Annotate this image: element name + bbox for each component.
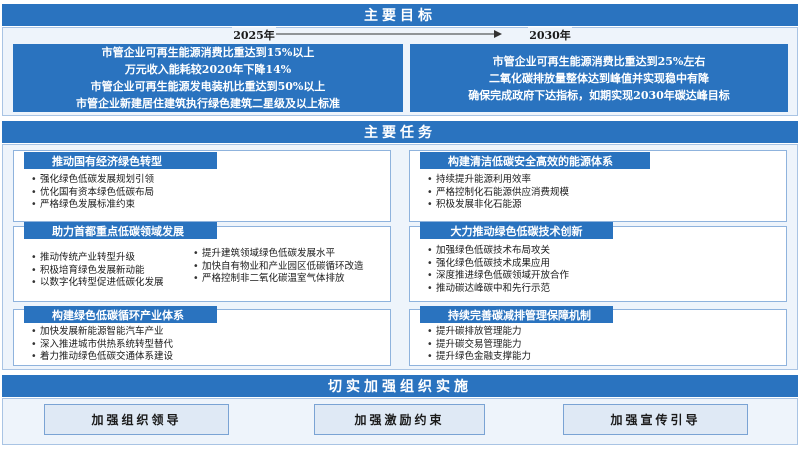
- strengthen-leadership-box: 加强组织领导: [44, 404, 229, 435]
- tasks-title: 主要任务: [364, 125, 436, 141]
- strengthen-incentives-box: 加强激励约束: [314, 404, 485, 435]
- goals-2030-box: 市管企业可再生能源消费比重达到25%左右 二氧化碳排放量整体达到峰值并实现稳中有…: [410, 44, 788, 112]
- task-1-title: 推动国有经济绿色转型: [24, 152, 217, 169]
- organization-header: 切实加强组织实施: [2, 375, 798, 397]
- list-item: 严格控制非二氧化碳温室气体排放: [192, 273, 377, 286]
- list-item: 深度推进绿色低碳领域开放合作: [426, 270, 766, 283]
- task-2-list: 持续提升能源利用效率 严格控制化石能源供应消费规模 积极发展非化石能源: [426, 174, 766, 212]
- list-item: 严格绿色发展标准约束: [30, 199, 370, 212]
- tasks-header: 主要任务: [2, 121, 798, 143]
- list-item: 加快自有物业和产业园区低碳循环改造: [192, 261, 377, 274]
- task-4-title: 大力推动绿色低碳技术创新: [420, 222, 613, 239]
- list-item: 优化国有资本绿色低碳布局: [30, 187, 370, 200]
- strengthen-publicity-label: 加强宣传引导: [610, 413, 701, 427]
- task-3-list-left: 推动传统产业转型升级 积极培育绿色发展新动能 以数字化转型促进低碳化发展: [30, 252, 200, 290]
- list-item: 着力推动绿色低碳交通体系建设: [30, 351, 370, 364]
- task-6-list: 提升碳排放管理能力 提升碳交易管理能力 提升绿色金融支撑能力: [426, 326, 766, 364]
- task-5-list: 加快发展新能源智能汽车产业 深入推进城市供热系统转型替代 着力推动绿色低碳交通体…: [30, 326, 370, 364]
- list-item: 加强绿色低碳技术布局攻关: [426, 245, 766, 258]
- task-2-title: 构建清洁低碳安全高效的能源体系: [420, 152, 650, 169]
- strengthen-leadership-label: 加强组织领导: [91, 413, 182, 427]
- list-item: 提升建筑领域绿色低碳发展水平: [192, 248, 377, 261]
- list-item: 强化绿色低碳技术成果应用: [426, 258, 766, 271]
- task-5-title-text: 构建绿色低碳循环产业体系: [52, 308, 184, 322]
- list-item: 严格控制化石能源供应消费规模: [426, 187, 766, 200]
- strengthen-publicity-box: 加强宣传引导: [563, 404, 748, 435]
- list-item: 深入推进城市供热系统转型替代: [30, 339, 370, 352]
- year-2025-label: 2025年: [232, 27, 276, 42]
- task-1-list: 强化绿色低碳发展规划引领 优化国有资本绿色低碳布局 严格绿色发展标准约束: [30, 174, 370, 212]
- task-3-title-text: 助力首都重点低碳领域发展: [52, 224, 184, 238]
- task-6-title: 持续完善碳减排管理保障机制: [420, 306, 613, 323]
- task-2-title-text: 构建清洁低碳安全高效的能源体系: [448, 154, 613, 168]
- goal-2030-item: 二氧化碳排放量整体达到峰值并实现稳中有降: [489, 71, 709, 85]
- strengthen-incentives-label: 加强激励约束: [354, 413, 445, 427]
- task-6-title-text: 持续完善碳减排管理保障机制: [448, 308, 591, 322]
- goal-2025-item: 市管企业可再生能源发电装机比重达到50%以上: [90, 80, 326, 93]
- list-item: 提升碳排放管理能力: [426, 326, 766, 339]
- list-item: 积极培育绿色发展新动能: [30, 265, 200, 278]
- task-4-title-text: 大力推动绿色低碳技术创新: [450, 224, 583, 238]
- goal-2030-item: 确保完成政府下达指标，如期实现2030年碳达峰目标: [468, 88, 730, 102]
- year-2030-label: 2030年: [528, 27, 572, 42]
- list-item: 以数字化转型促进低碳化发展: [30, 277, 200, 290]
- goal-2025-item: 市管企业可再生能源消费比重达到15%以上: [101, 46, 315, 59]
- list-item: 加快发展新能源智能汽车产业: [30, 326, 370, 339]
- organization-title: 切实加强组织实施: [328, 379, 472, 395]
- goal-2030-item: 市管企业可再生能源消费比重达到25%左右: [492, 54, 706, 68]
- list-item: 提升绿色金融支撑能力: [426, 351, 766, 364]
- list-item: 强化绿色低碳发展规划引领: [30, 174, 370, 187]
- list-item: 提升碳交易管理能力: [426, 339, 766, 352]
- list-item: 持续提升能源利用效率: [426, 174, 766, 187]
- task-4-list: 加强绿色低碳技术布局攻关 强化绿色低碳技术成果应用 深度推进绿色低碳领域开放合作…: [426, 245, 766, 295]
- list-item: 积极发展非化石能源: [426, 199, 766, 212]
- goal-2025-item: 市管企业新建居住建筑执行绿色建筑二星级及以上标准: [76, 97, 340, 110]
- task-1-title-text: 推动国有经济绿色转型: [52, 154, 162, 168]
- task-5-title: 构建绿色低碳循环产业体系: [24, 306, 217, 323]
- task-3-title: 助力首都重点低碳领域发展: [24, 222, 217, 239]
- task-3-list-right: 提升建筑领域绿色低碳发展水平 加快自有物业和产业园区低碳循环改造 严格控制非二氧…: [192, 248, 377, 286]
- goal-2025-item: 万元收入能耗较2020年下降14%: [124, 63, 292, 76]
- list-item: 推动传统产业转型升级: [30, 252, 200, 265]
- goals-2025-box: 市管企业可再生能源消费比重达到15%以上 万元收入能耗较2020年下降14% 市…: [13, 44, 403, 112]
- list-item: 推动碳达峰碳中和先行示范: [426, 283, 766, 296]
